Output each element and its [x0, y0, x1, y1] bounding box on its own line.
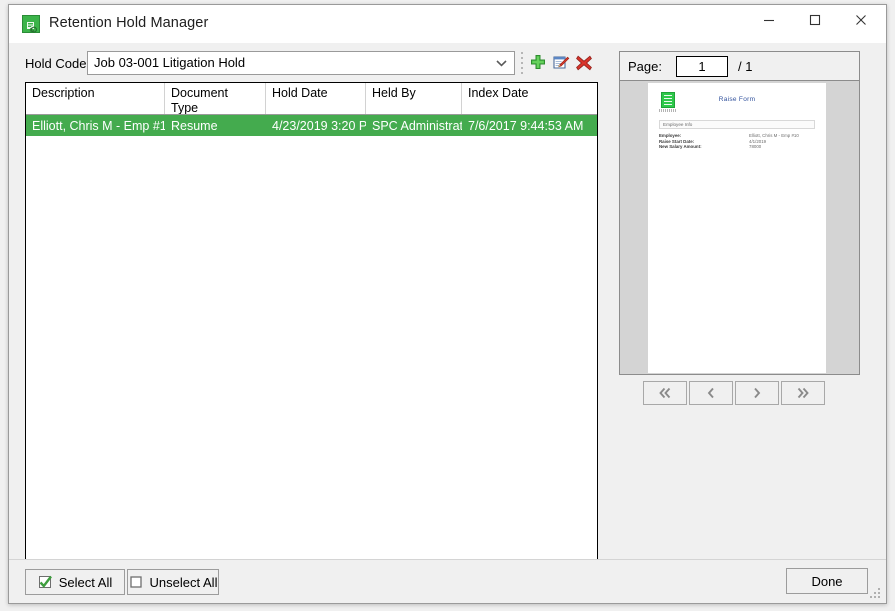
chevron-right-icon	[754, 387, 761, 399]
done-label: Done	[811, 573, 843, 589]
retention-hold-manager-window: Retention Hold Manager Hold Code Job 03-…	[8, 4, 887, 604]
double-chevron-left-icon	[659, 387, 671, 399]
window-titlebar[interactable]: Retention Hold Manager	[9, 5, 886, 43]
grid-header-row: Description Document Type Hold Date Held…	[26, 83, 597, 115]
done-button[interactable]: Done	[786, 568, 868, 594]
first-page-button[interactable]	[643, 381, 687, 405]
column-header-text: Held By	[372, 86, 416, 100]
window-client-area: Hold Code Job 03-001 Litigation Hold Des…	[9, 43, 886, 603]
column-header-text: Document	[171, 86, 228, 100]
preview-field-key: New Salary Amount:	[659, 144, 702, 150]
edit-hold-code-button[interactable]	[550, 52, 572, 74]
unselect-all-label: Unselect All	[149, 574, 218, 590]
preview-page-sheet: Raise Form Employee Info Employee: Ellio…	[648, 83, 826, 373]
preview-field-key: Employee:	[659, 133, 682, 138]
minimize-button[interactable]	[746, 5, 792, 35]
preview-field-key: Raise Start Date:	[659, 138, 695, 144]
previous-page-button[interactable]	[689, 381, 733, 405]
column-header-text: Hold Date	[272, 86, 328, 100]
resize-grip-icon[interactable]	[870, 588, 882, 600]
cell-index-date: 7/6/2017 9:44:53 AM	[468, 118, 584, 133]
column-header-text: Description	[32, 86, 95, 100]
delete-hold-code-button[interactable]	[573, 52, 595, 74]
column-header-hold-date[interactable]: Hold Date	[266, 83, 366, 114]
page-number-input[interactable]: 1	[676, 56, 728, 77]
cell-description: Elliott, Chris M - Emp #10...	[32, 118, 165, 133]
preview-field-row: New Salary Amount: 78000	[659, 144, 815, 150]
cell-document-type: Resume	[171, 118, 218, 133]
select-all-label: Select All	[58, 574, 113, 590]
preview-field-value: 78000	[749, 144, 762, 150]
preview-document-title: Raise Form	[718, 96, 756, 103]
next-page-button[interactable]	[735, 381, 779, 405]
cell-held-by: SPC Administrator	[372, 118, 462, 133]
select-all-button[interactable]: Select All	[25, 569, 125, 595]
document-preview-pane[interactable]: Raise Form Employee Info Employee: Ellio…	[619, 81, 860, 375]
column-header-text: Type	[171, 100, 199, 114]
window-title: Retention Hold Manager	[49, 15, 209, 31]
preview-field-value: Elliott, Chris M - Emp #10	[749, 133, 799, 138]
column-header-document-type[interactable]: Document Type	[165, 83, 266, 114]
close-button[interactable]	[838, 5, 884, 35]
chevron-down-icon[interactable]	[493, 52, 509, 74]
hold-code-combobox[interactable]: Job 03-001 Litigation Hold	[87, 51, 515, 75]
column-header-text: Index Date	[468, 86, 529, 100]
hold-code-value: Job 03-001 Litigation Hold	[94, 55, 246, 70]
preview-field-value: 4/1/2019	[749, 138, 767, 144]
retention-hold-lock-icon	[21, 14, 41, 34]
unselect-all-button[interactable]: Unselect All	[127, 569, 219, 595]
preview-section-bar: Employee Info	[659, 120, 815, 129]
page-label: Page:	[628, 59, 662, 74]
screenshot-root: Retention Hold Manager Hold Code Job 03-…	[0, 0, 895, 611]
checked-box-icon	[38, 574, 54, 590]
logo-caption	[659, 109, 677, 112]
column-header-index-date[interactable]: Index Date	[462, 83, 597, 114]
window-footer: Select All Unselect All Done	[9, 559, 886, 603]
documents-grid[interactable]: Description Document Type Hold Date Held…	[25, 82, 598, 561]
preview-page-bar: Page: 1 / 1	[619, 51, 860, 81]
preview-section-label: Employee Info	[663, 122, 693, 127]
cell-hold-date: 4/23/2019 3:20 PM	[272, 118, 366, 133]
add-hold-code-button[interactable]	[527, 52, 549, 74]
page-total-label: / 1	[738, 59, 753, 74]
maximize-button[interactable]	[792, 5, 838, 35]
empty-box-icon	[129, 574, 145, 590]
toolbar-grip-handle[interactable]	[521, 52, 525, 74]
preview-field-list: Employee: Elliott, Chris M - Emp #10 Rai…	[659, 133, 815, 150]
chevron-left-icon	[707, 387, 714, 399]
column-header-description[interactable]: Description	[26, 83, 165, 114]
last-page-button[interactable]	[781, 381, 825, 405]
column-header-held-by[interactable]: Held By	[366, 83, 462, 114]
table-row[interactable]: Elliott, Chris M - Emp #10... Resume 4/2…	[26, 115, 597, 136]
hold-code-label: Hold Code	[25, 56, 87, 71]
double-chevron-right-icon	[797, 387, 809, 399]
